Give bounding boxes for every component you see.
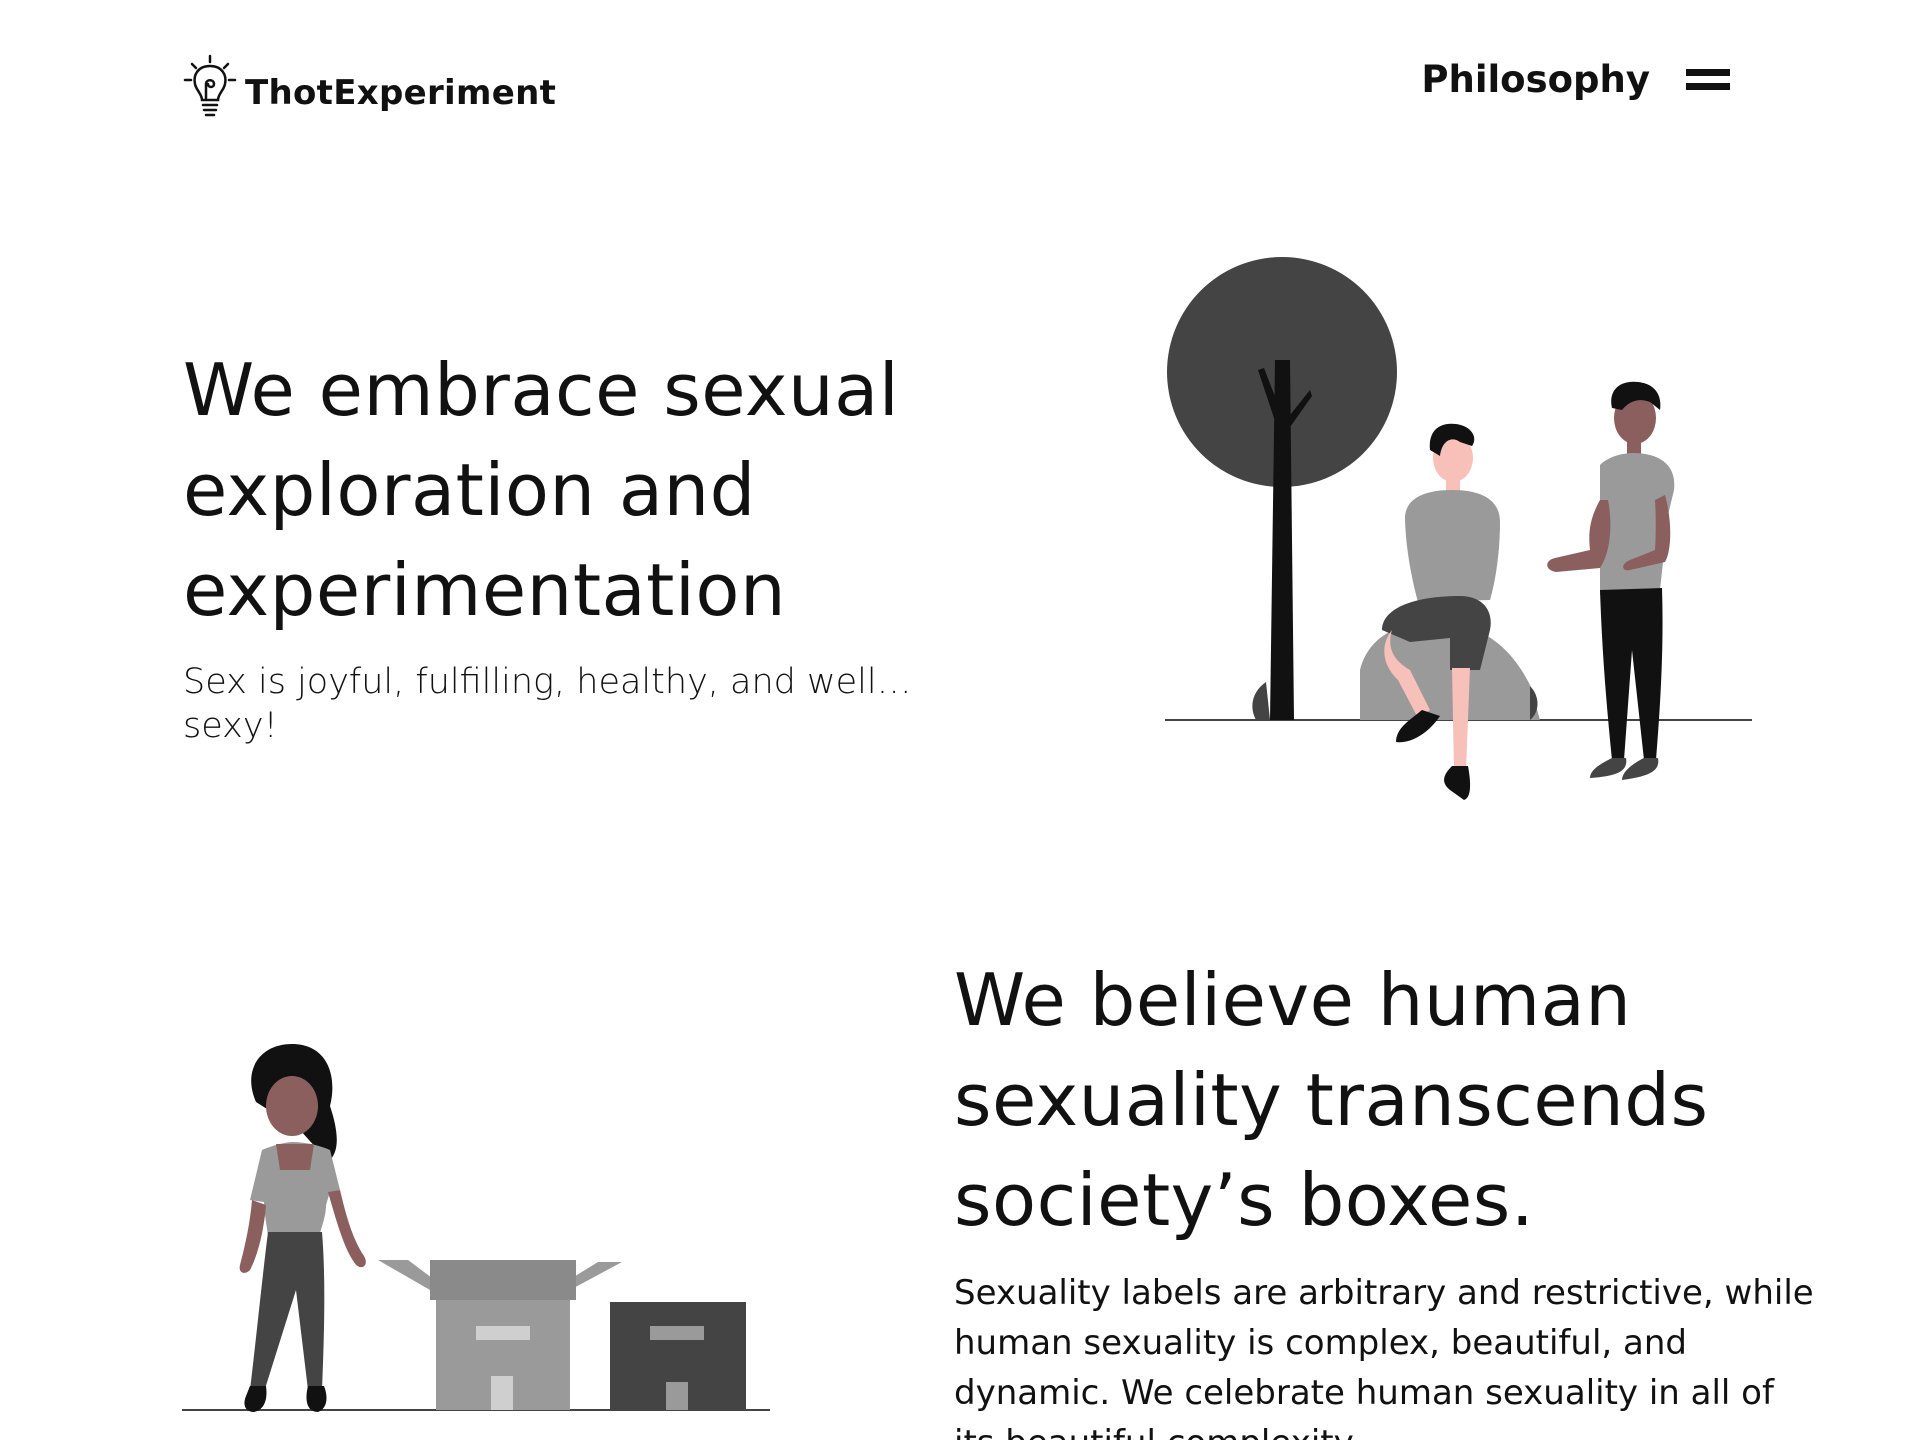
page: ThotExperiment Philosophy We embrace sex… — [0, 0, 1906, 1440]
nav-link-philosophy[interactable]: Philosophy — [1421, 58, 1650, 101]
brand-logo-link[interactable]: ThotExperiment — [183, 54, 556, 120]
hero-title: We embrace sexual exploration and experi… — [183, 348, 900, 632]
boxes-illustration — [180, 1010, 780, 1440]
hamburger-menu-icon[interactable] — [1686, 65, 1730, 95]
brand-name: ThotExperiment — [245, 73, 557, 113]
hero-subtitle: Sex is joyful, fulfilling, healthy, and … — [183, 662, 912, 746]
standing-man-pants — [1600, 588, 1663, 760]
top-nav: Philosophy — [1421, 58, 1730, 101]
beliefs-title: We believe human sexuality transcends so… — [954, 958, 1709, 1242]
beliefs-body: Sexuality labels are arbitrary and restr… — [954, 1273, 1814, 1440]
man-shirt — [1404, 490, 1500, 602]
hero-illustration — [1160, 250, 1760, 835]
box-flap — [430, 1260, 576, 1300]
lightbulb-icon — [183, 54, 237, 120]
menu-bar-bottom — [1686, 83, 1730, 90]
woman-pants — [250, 1232, 325, 1392]
menu-bar-top — [1686, 69, 1730, 76]
